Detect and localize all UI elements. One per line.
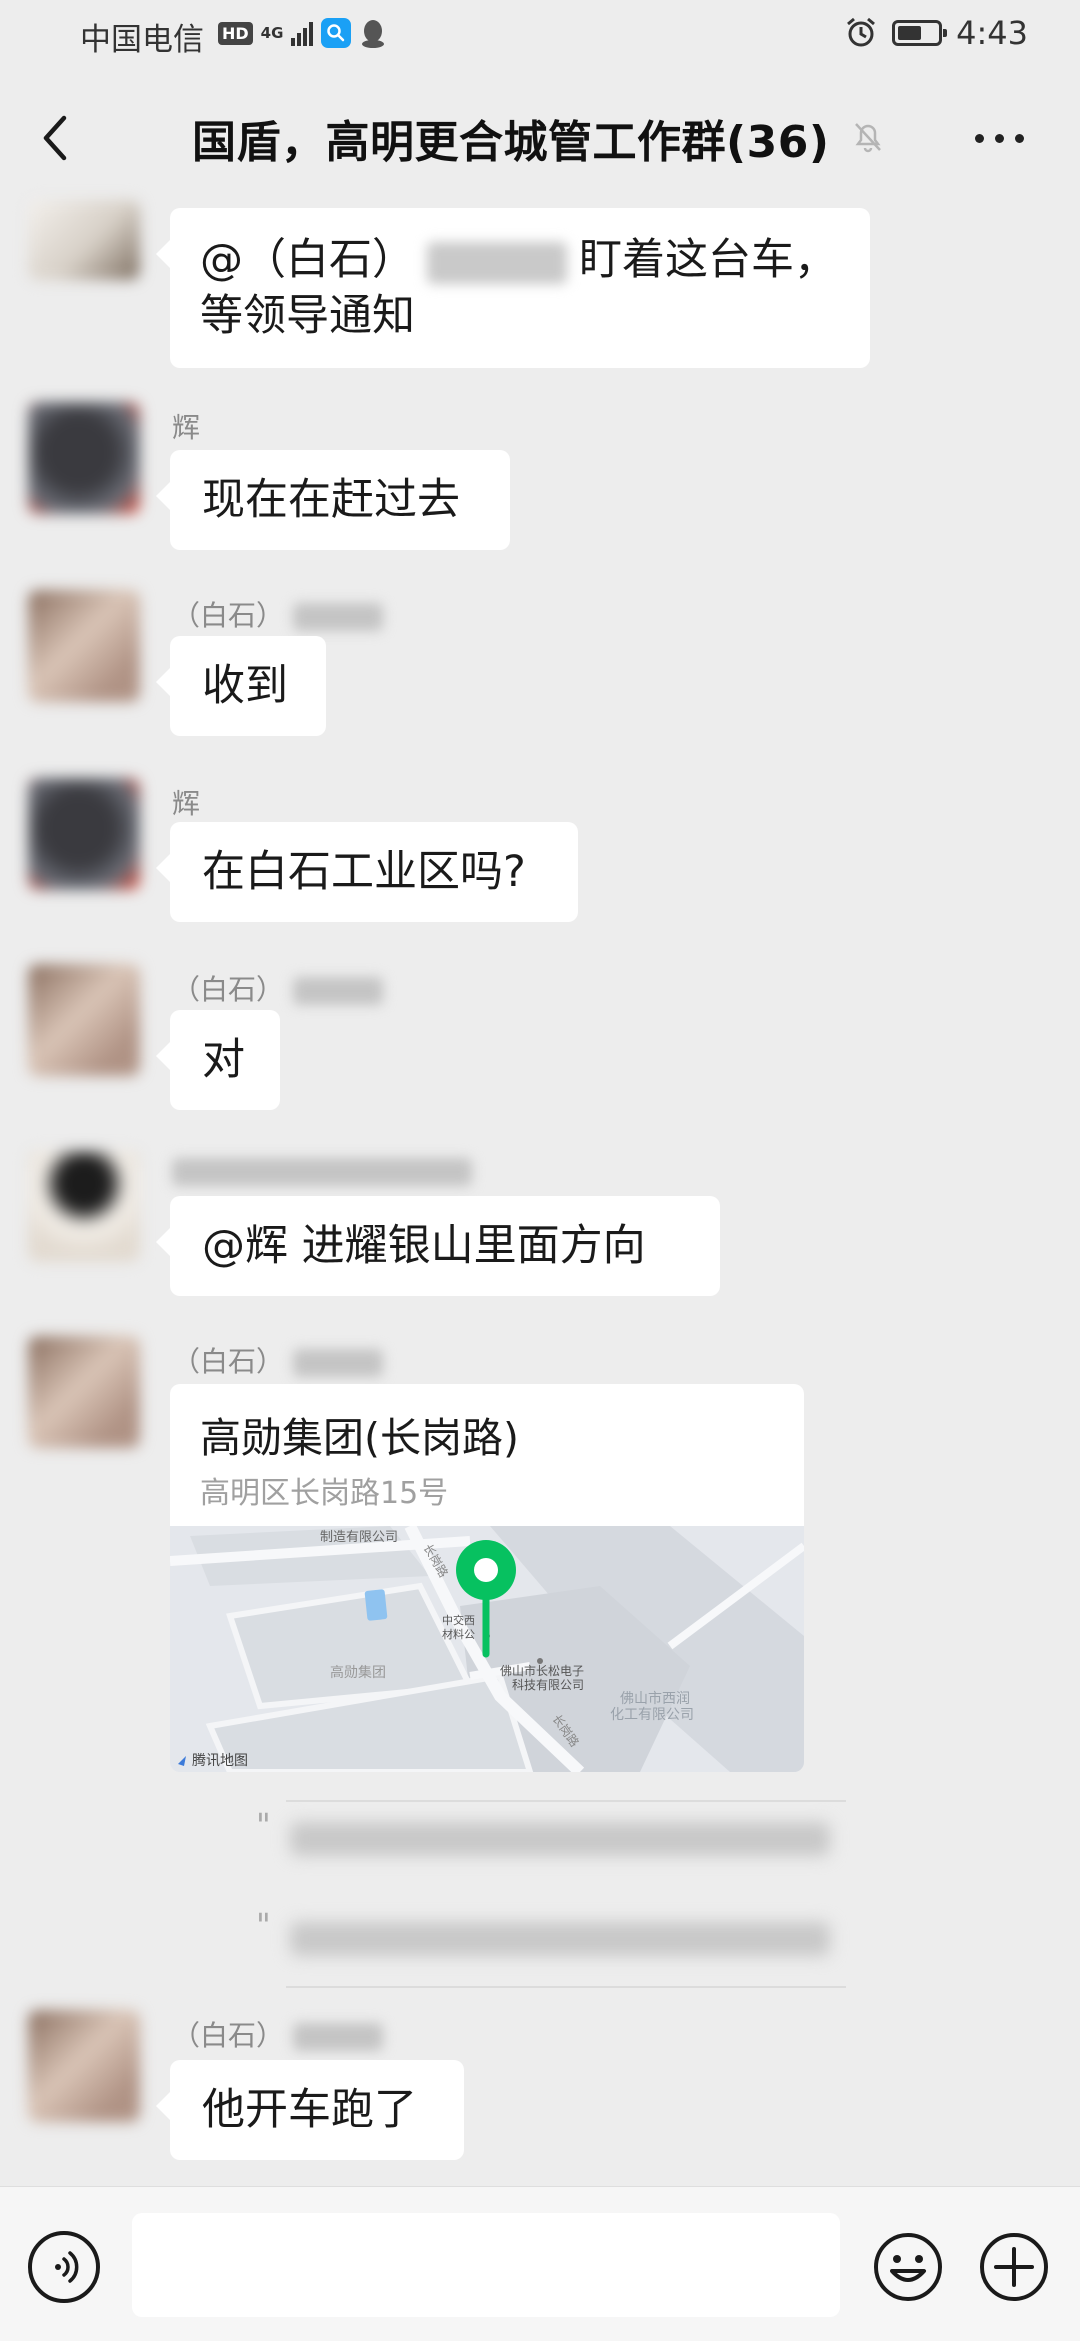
redacted-name bbox=[292, 1349, 383, 1377]
map-attribution: 腾讯地图 bbox=[192, 1753, 248, 1769]
map-graphic bbox=[170, 1526, 804, 1772]
signal-icon bbox=[291, 20, 314, 46]
quote-mark: " bbox=[256, 1806, 271, 1844]
avatar[interactable] bbox=[28, 964, 140, 1076]
map-label: 化工有限公司 bbox=[610, 1707, 694, 1723]
sender-name: （白石） bbox=[172, 2014, 383, 2054]
sender-name: 辉 bbox=[172, 411, 201, 444]
message-bubble[interactable]: @（白石） 盯着这台车， 等领导通知 bbox=[156, 208, 870, 368]
page-title: 国盾，高明更合城管工作群(36) bbox=[192, 117, 830, 168]
location-card[interactable]: 高勋集团(长岗路) 高明区长岗路15号 制造有限公司 长岗路 中交西 材料公 高… bbox=[170, 1384, 804, 1772]
clock: 4:43 bbox=[956, 14, 1028, 52]
emoji-icon[interactable] bbox=[872, 2231, 944, 2303]
alarm-icon bbox=[847, 17, 876, 47]
avatar[interactable] bbox=[28, 1336, 140, 1448]
chat-header: 国盾，高明更合城管工作群(36) bbox=[0, 76, 1080, 200]
message-bubble[interactable]: 他开车跑了 bbox=[156, 2060, 464, 2160]
bell-off-icon bbox=[855, 123, 881, 153]
plus-icon[interactable] bbox=[978, 2231, 1050, 2303]
redacted-name bbox=[427, 241, 567, 284]
search-app-icon bbox=[321, 18, 352, 48]
qq-icon bbox=[362, 20, 385, 48]
voice-icon[interactable] bbox=[28, 2231, 100, 2303]
message-bubble[interactable]: 在白石工业区吗? bbox=[156, 822, 578, 922]
carrier-label: 中国电信 bbox=[80, 22, 204, 58]
redacted-quote bbox=[290, 1822, 830, 1856]
sender-name: （白石） bbox=[172, 968, 383, 1008]
redacted-name bbox=[172, 1158, 472, 1186]
map-label: 制造有限公司 bbox=[320, 1530, 399, 1545]
redacted-quote bbox=[290, 1922, 830, 1956]
quoted-reply[interactable]: " bbox=[256, 1900, 866, 1988]
status-bar: 中国电信 HD 4G 4:43 bbox=[0, 0, 1080, 76]
sender-name: （白石） bbox=[172, 1340, 383, 1380]
message-bubble[interactable]: 收到 bbox=[156, 636, 326, 736]
sender-name bbox=[172, 1154, 472, 1187]
status-icons-right: 4:43 bbox=[844, 14, 1028, 52]
quote-mark: " bbox=[256, 1906, 271, 1944]
redacted-name bbox=[292, 2023, 383, 2051]
location-map[interactable]: 制造有限公司 长岗路 中交西 材料公 高勋集团 佛山市长松电子 科技有限公司 佛… bbox=[170, 1526, 804, 1772]
message-bubble[interactable]: 现在在赶过去 bbox=[156, 450, 510, 550]
sender-name: （白石） bbox=[172, 594, 383, 634]
message-input[interactable] bbox=[132, 2213, 840, 2317]
location-title: 高勋集团(长岗路) bbox=[200, 1414, 519, 1462]
status-icons-left: HD 4G bbox=[218, 18, 387, 48]
avatar[interactable] bbox=[28, 402, 140, 514]
redacted-name bbox=[292, 977, 383, 1005]
avatar[interactable] bbox=[28, 778, 140, 890]
quoted-reply[interactable]: " bbox=[256, 1800, 866, 1880]
hd-icon: HD bbox=[218, 21, 253, 45]
more-dots-icon[interactable] bbox=[975, 134, 1024, 143]
map-label: 材料公 bbox=[442, 1628, 475, 1641]
battery-icon bbox=[892, 20, 948, 46]
avatar[interactable] bbox=[28, 590, 140, 702]
back-icon[interactable] bbox=[30, 108, 78, 168]
message-bubble[interactable]: @辉 进耀银山里面方向 bbox=[156, 1196, 720, 1296]
sender-name: 辉 bbox=[172, 787, 201, 820]
network-type: 4G bbox=[260, 23, 284, 42]
avatar[interactable] bbox=[28, 2010, 140, 2122]
input-bar bbox=[0, 2186, 1080, 2341]
map-label: 科技有限公司 bbox=[512, 1678, 585, 1692]
avatar[interactable] bbox=[28, 1150, 140, 1262]
avatar[interactable] bbox=[28, 200, 140, 280]
map-label: 高勋集团 bbox=[330, 1665, 386, 1681]
redacted-name bbox=[292, 603, 383, 631]
message-bubble[interactable]: 对 bbox=[156, 1010, 280, 1110]
location-address: 高明区长岗路15号 bbox=[200, 1476, 449, 1511]
